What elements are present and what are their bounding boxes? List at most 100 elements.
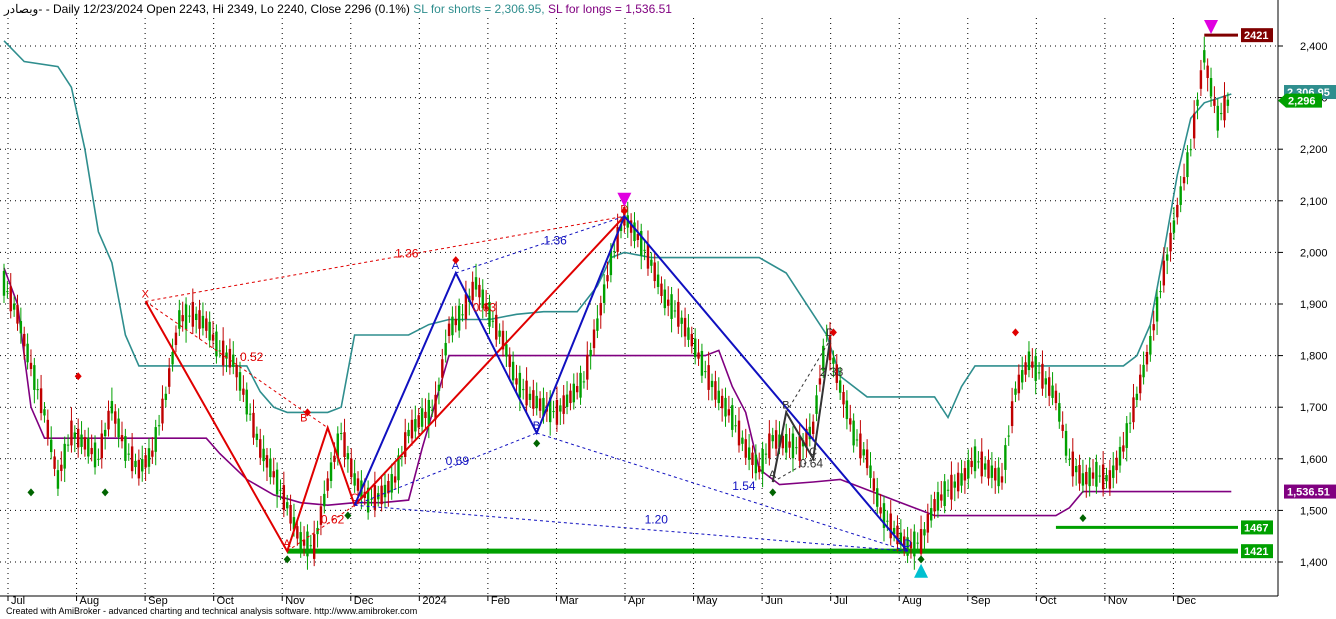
price-candle xyxy=(90,447,93,455)
y-tick-label: 2,100 xyxy=(1300,196,1328,208)
price-candle xyxy=(498,330,501,337)
pivot-high-icon xyxy=(74,372,82,381)
price-candle xyxy=(16,305,19,324)
price-candle xyxy=(356,478,360,491)
price-candle xyxy=(579,372,582,398)
price-candle xyxy=(346,453,350,460)
price-candle xyxy=(667,299,670,306)
price-candle xyxy=(525,380,528,406)
price-candle xyxy=(1068,458,1071,460)
price-candle xyxy=(946,489,950,491)
price-candle xyxy=(876,488,879,507)
level-tag-2421: 2421 xyxy=(1241,28,1273,43)
price-candle xyxy=(704,371,707,373)
symbol-name: وبصادر- xyxy=(4,2,43,16)
price-candle xyxy=(633,222,636,242)
price-candle xyxy=(599,302,602,316)
price-candle xyxy=(70,420,73,446)
price-candle xyxy=(505,344,508,357)
price-candle xyxy=(1044,378,1048,385)
price-candle xyxy=(929,508,933,521)
price-candle xyxy=(309,545,313,547)
pivot-low-icon xyxy=(27,488,35,497)
price-candle xyxy=(859,433,862,459)
price-candle xyxy=(613,251,616,253)
buy-signal-icon xyxy=(914,563,929,578)
pattern-point-label: B xyxy=(533,420,540,432)
price-candle xyxy=(218,350,221,352)
price-candle xyxy=(164,393,168,400)
price-candle xyxy=(663,289,667,309)
value-tags: 2421146714212,306.952,2961,536.51 xyxy=(1241,28,1336,559)
price-candle xyxy=(785,434,788,453)
price-candle xyxy=(650,259,653,266)
price-candle xyxy=(849,418,852,425)
price-candle xyxy=(1209,77,1213,97)
price-candle xyxy=(1226,99,1230,106)
price-candle xyxy=(660,283,663,297)
price-candle xyxy=(1017,374,1021,394)
price-candle xyxy=(575,386,579,393)
price-candle xyxy=(474,277,478,290)
price-candle xyxy=(1199,70,1203,89)
footer-credit: Created with AmiBroker - advanced charti… xyxy=(6,606,418,616)
price-candle xyxy=(1216,105,1219,131)
level-tag-1421-text: 1421 xyxy=(1244,546,1268,558)
price-candle xyxy=(383,484,387,498)
price-candle xyxy=(987,459,990,479)
price-candle xyxy=(137,459,141,479)
price-candle xyxy=(26,343,29,363)
price-candle xyxy=(188,315,191,317)
price-candle xyxy=(838,380,842,393)
price-candle xyxy=(208,321,211,341)
price-candle xyxy=(967,459,970,479)
y-tick-label: 1,900 xyxy=(1300,299,1328,311)
x-tick-label: Apr xyxy=(628,595,645,607)
price-candle xyxy=(528,393,532,400)
x-tick-label: Aug xyxy=(902,595,922,607)
price-candle xyxy=(343,432,346,457)
price-candle xyxy=(1064,430,1068,456)
price-candle xyxy=(832,357,835,364)
price-candle xyxy=(33,365,36,390)
price-candle xyxy=(1081,473,1085,486)
price-candle xyxy=(552,411,555,413)
pattern-ratio-label: 0.64 xyxy=(800,457,824,471)
price-candle xyxy=(744,439,747,458)
price-candle xyxy=(737,420,741,446)
price-candle xyxy=(407,429,410,437)
price-candle xyxy=(457,305,461,331)
level-tag-1421: 1421 xyxy=(1241,544,1273,559)
price-candle xyxy=(1152,324,1155,331)
sl-shorts-label: SL for shorts xyxy=(413,2,481,16)
price-candle xyxy=(1192,113,1196,139)
price-candle xyxy=(1024,362,1027,375)
price-candle xyxy=(161,398,164,424)
price-candle xyxy=(420,408,424,427)
price-candle xyxy=(2,270,6,296)
price-candle xyxy=(1145,351,1149,365)
pattern-ratio-label: 0.62 xyxy=(321,512,345,526)
price-candle xyxy=(1058,403,1061,422)
pivot-low-icon xyxy=(917,555,925,564)
price-candle xyxy=(215,331,218,357)
price-candle xyxy=(602,284,606,303)
price-candle xyxy=(690,333,694,347)
price-candle xyxy=(994,468,997,481)
price-candle xyxy=(1098,475,1101,477)
price-candle xyxy=(889,513,892,539)
price-candle xyxy=(815,395,818,414)
price-candle xyxy=(1108,470,1112,489)
price-candle xyxy=(865,449,869,469)
sl-longs-label: SL for longs xyxy=(547,2,612,16)
sl-longs-value: = 1,536.51 xyxy=(611,2,672,16)
price-candle xyxy=(953,481,956,488)
price-candle xyxy=(353,473,356,486)
price-candle xyxy=(693,338,697,358)
y-tick-label: 2,000 xyxy=(1300,247,1328,259)
price-candle xyxy=(1189,149,1192,151)
price-candle xyxy=(134,460,137,468)
price-candle xyxy=(1051,385,1054,398)
price-candle xyxy=(700,350,704,376)
price-candle xyxy=(279,489,282,491)
